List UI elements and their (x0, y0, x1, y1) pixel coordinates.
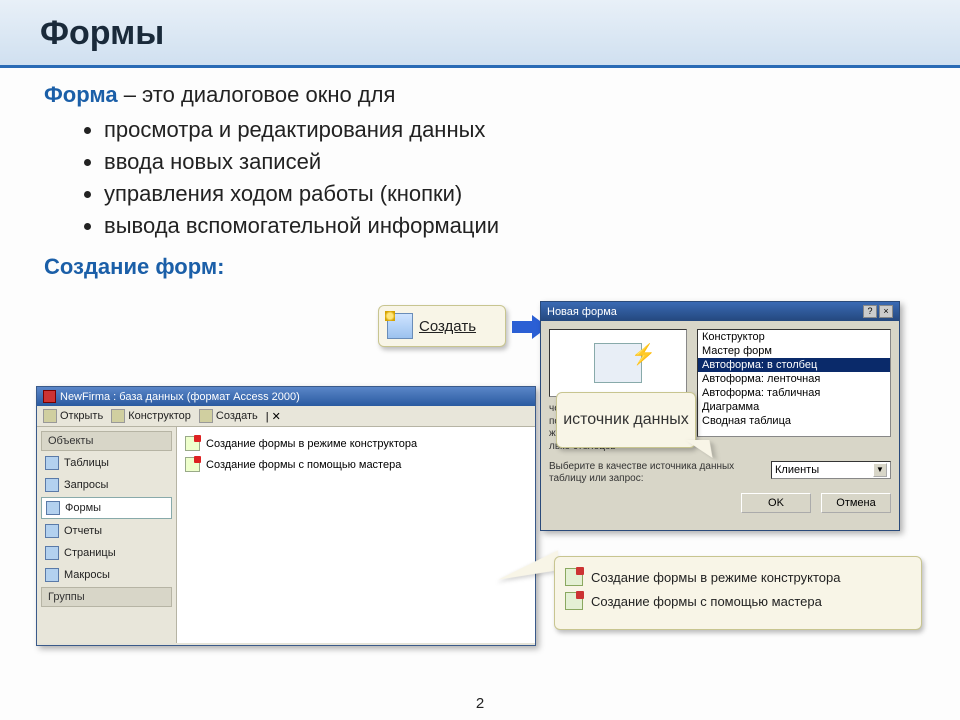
groups-category[interactable]: Группы (41, 587, 172, 607)
new-icon (387, 313, 413, 339)
nf-option[interactable]: Мастер форм (698, 344, 890, 358)
wizard-icon (185, 457, 200, 472)
nf-option[interactable]: Автоформа: ленточная (698, 372, 890, 386)
design-label: Конструктор (128, 410, 191, 422)
sidebar-label: Страницы (64, 547, 116, 559)
definition-line: Форма – это диалоговое окно для (44, 82, 916, 108)
source-value: Клиенты (775, 464, 819, 476)
page-number: 2 (0, 695, 960, 712)
option-row: Создание формы с помощью мастера (565, 589, 911, 613)
sidebar-label: Запросы (64, 479, 108, 491)
design-button[interactable]: Конструктор (111, 409, 191, 423)
table-icon (45, 456, 59, 470)
bullet-item: просмотра и редактирования данных (104, 114, 916, 146)
query-icon (45, 478, 59, 492)
close-button[interactable]: × (879, 305, 893, 318)
open-label: Открыть (60, 410, 103, 422)
cancel-button[interactable]: Отмена (821, 493, 891, 513)
nf-option-selected[interactable]: Автоформа: в столбец (698, 358, 890, 372)
macro-icon (45, 568, 59, 582)
help-button[interactable]: ? (863, 305, 877, 318)
objects-category[interactable]: Объекты (41, 431, 172, 451)
sidebar-item-queries[interactable]: Запросы (41, 475, 172, 495)
sidebar-item-macros[interactable]: Макросы (41, 565, 172, 585)
option-label: Создание формы в режиме конструктора (591, 570, 840, 585)
wizard-icon (565, 568, 583, 586)
term: Форма (44, 82, 118, 107)
chevron-down-icon[interactable]: ▼ (873, 463, 887, 477)
subheading: Создание форм: (44, 254, 916, 280)
page-icon (45, 546, 59, 560)
db-icon (43, 390, 56, 403)
definition-rest: – это диалоговое окно для (118, 82, 396, 107)
nf-preview: ⚡ (549, 329, 687, 397)
create-icon (199, 409, 213, 423)
open-icon (43, 409, 57, 423)
create-form-design-row[interactable]: Создание формы в режиме конструктора (183, 433, 529, 454)
bullet-item: управления ходом работы (кнопки) (104, 178, 916, 210)
create-label: Создать (216, 410, 258, 422)
create-button[interactable]: Создать (199, 409, 258, 423)
sidebar-item-forms[interactable]: Формы (41, 497, 172, 519)
sidebar-label: Макросы (64, 569, 110, 581)
form-icon (46, 501, 60, 515)
toolbar-separator: | ✕ (266, 410, 281, 423)
bullet-list: просмотра и редактирования данных ввода … (44, 114, 916, 242)
wizard-icon (185, 436, 200, 451)
create-form-wizard-row[interactable]: Создание формы с помощью мастера (183, 454, 529, 475)
db-sidebar: Объекты Таблицы Запросы Формы Отчеты Стр… (37, 427, 177, 643)
nf-option-list[interactable]: Конструктор Мастер форм Автоформа: в сто… (697, 329, 891, 437)
create-button-callout[interactable]: Создать (378, 305, 506, 347)
lightning-icon: ⚡ (631, 342, 656, 367)
row-label: Создание формы с помощью мастера (206, 459, 401, 471)
nf-option[interactable]: Автоформа: табличная (698, 386, 890, 400)
source-callout: источник данных (556, 392, 696, 448)
open-button[interactable]: Открыть (43, 409, 103, 423)
wizard-icon (565, 592, 583, 610)
sidebar-item-pages[interactable]: Страницы (41, 543, 172, 563)
sidebar-item-reports[interactable]: Отчеты (41, 521, 172, 541)
nf-option[interactable]: Диаграмма (698, 400, 890, 414)
sidebar-item-tables[interactable]: Таблицы (41, 453, 172, 473)
design-icon (111, 409, 125, 423)
create-button-label: Создать (419, 318, 476, 335)
row-label: Создание формы в режиме конструктора (206, 438, 417, 450)
db-titlebar: NewFirma : база данных (формат Access 20… (37, 387, 535, 406)
nf-option[interactable]: Сводная таблица (698, 414, 890, 428)
sidebar-label: Формы (65, 502, 101, 514)
sidebar-label: Отчеты (64, 525, 102, 537)
nf-option[interactable]: Конструктор (698, 330, 890, 344)
bullet-item: ввода новых записей (104, 146, 916, 178)
nf-title-text: Новая форма (547, 306, 617, 318)
source-label: Выберите в качестве источника данных таб… (549, 461, 763, 485)
db-title-text: NewFirma : база данных (формат Access 20… (60, 391, 300, 403)
options-callout: Создание формы в режиме конструктора Соз… (554, 556, 922, 630)
sidebar-label: Таблицы (64, 457, 109, 469)
report-icon (45, 524, 59, 538)
db-main-pane: Создание формы в режиме конструктора Соз… (177, 427, 535, 643)
option-row: Создание формы в режиме конструктора (565, 565, 911, 589)
source-combo[interactable]: Клиенты ▼ (771, 461, 891, 479)
bullet-item: вывода вспомогательной информации (104, 210, 916, 242)
nf-titlebar: Новая форма ? × (541, 302, 899, 321)
db-toolbar: Открыть Конструктор Создать | ✕ (37, 406, 535, 427)
database-window: NewFirma : база данных (формат Access 20… (36, 386, 536, 646)
ok-button[interactable]: OK (741, 493, 811, 513)
option-label: Создание формы с помощью мастера (591, 594, 822, 609)
slide-title: Формы (0, 0, 960, 68)
